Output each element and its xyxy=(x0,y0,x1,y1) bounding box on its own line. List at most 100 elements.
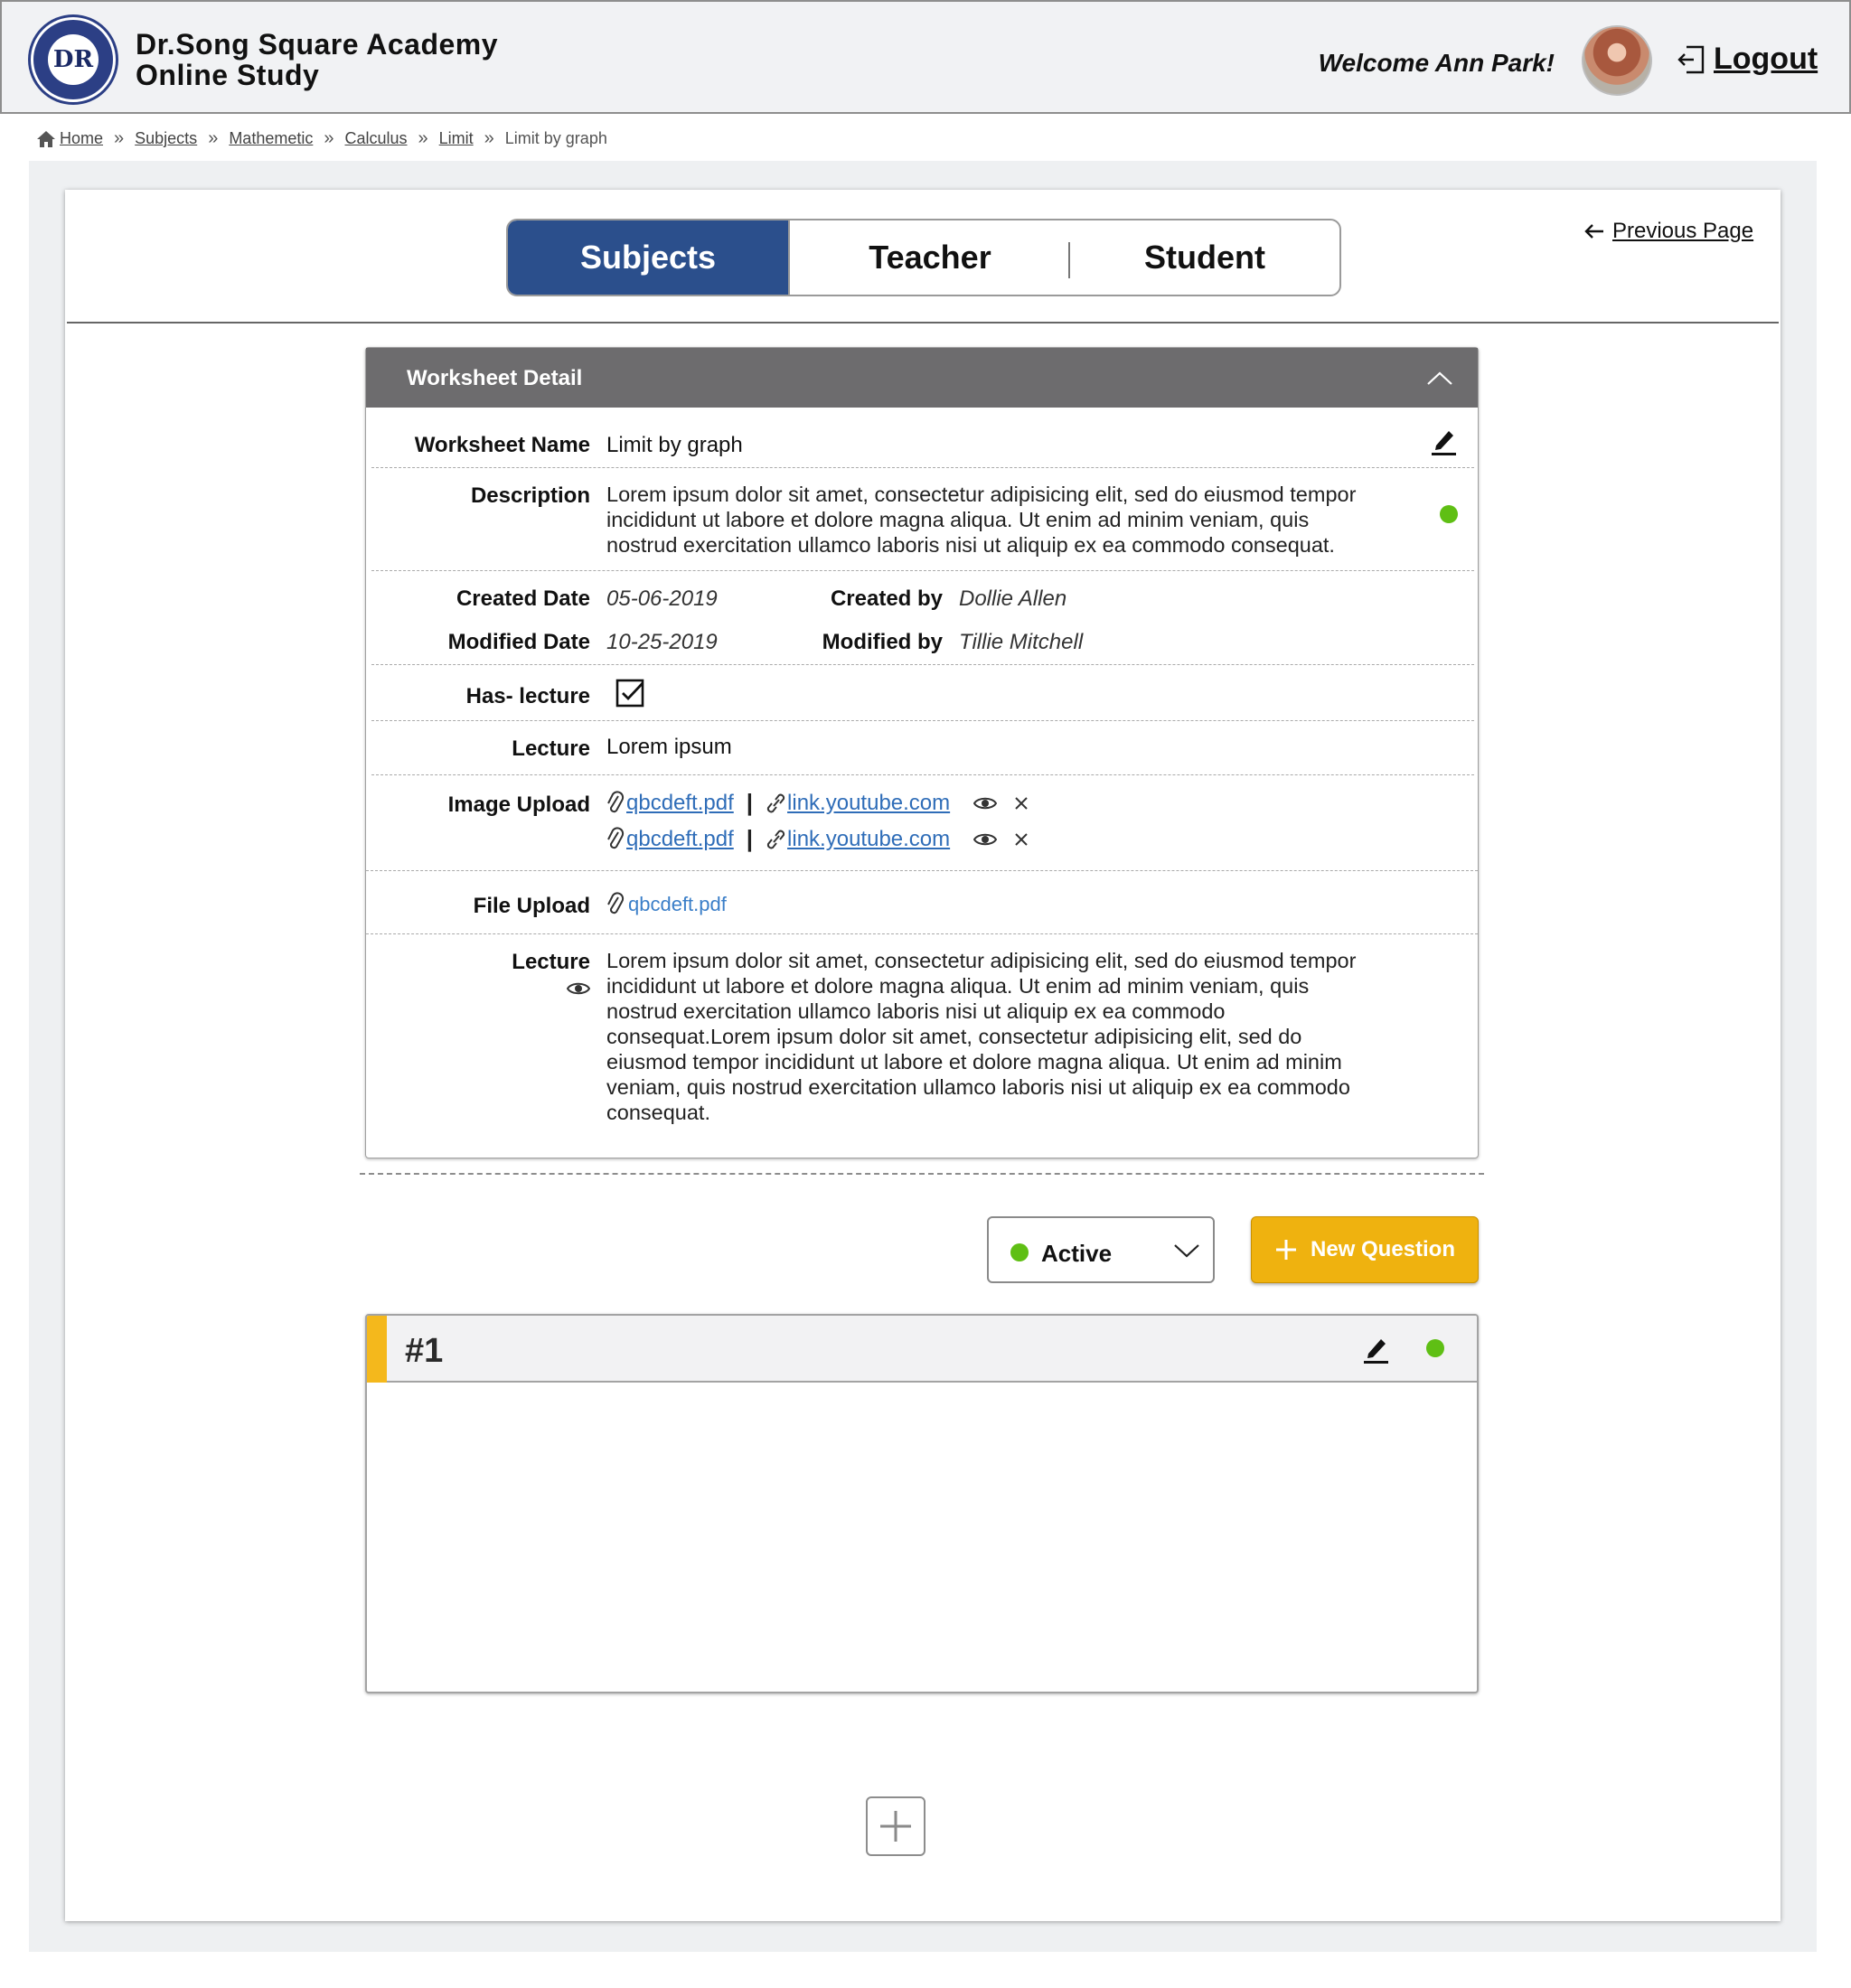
pencil-icon[interactable] xyxy=(1429,426,1458,456)
breadcrumb: Home » Subjects » Mathemetic » Calculus … xyxy=(36,128,607,149)
eye-icon[interactable] xyxy=(973,795,998,811)
new-question-button[interactable]: New Question xyxy=(1251,1216,1479,1283)
row-divider xyxy=(371,570,1474,571)
app-header: DR Dr.Song Square Academy Online Study W… xyxy=(0,0,1851,114)
tab-student[interactable]: Student xyxy=(1070,220,1339,295)
breadcrumb-home[interactable]: Home xyxy=(60,129,103,148)
paperclip-icon xyxy=(607,826,625,849)
paperclip-icon xyxy=(607,790,625,812)
breadcrumb-separator-icon: » xyxy=(418,128,428,148)
eye-icon[interactable] xyxy=(567,980,590,997)
welcome-message: Welcome Ann Park! xyxy=(1318,49,1555,77)
tabs-divider xyxy=(67,322,1779,324)
link-icon xyxy=(766,830,785,849)
row-divider xyxy=(371,720,1474,721)
lecture-label: Lecture xyxy=(512,736,590,761)
worksheet-detail-panel: Worksheet Detail Worksheet Name Limit by… xyxy=(365,347,1479,1158)
image-upload-row: qbcdeft.pdf | link.youtube.com xyxy=(606,789,1029,817)
breadcrumb-mathemetic[interactable]: Mathemetic xyxy=(229,129,313,148)
pipe-separator: | xyxy=(746,789,754,816)
breadcrumb-calculus[interactable]: Calculus xyxy=(344,129,407,148)
breadcrumb-limit[interactable]: Limit xyxy=(439,129,474,148)
question-status-dot xyxy=(1426,1339,1444,1357)
question-number: #1 xyxy=(405,1332,444,1370)
lecture-text-value: Lorem ipsum dolor sit amet, consectetur … xyxy=(606,949,1357,1124)
new-question-label: New Question xyxy=(1310,1237,1456,1261)
user-avatar[interactable] xyxy=(1582,25,1652,96)
row-divider xyxy=(371,467,1474,468)
question-accent-bar xyxy=(367,1316,387,1383)
description-value: Lorem ipsum dolor sit amet, consectetur … xyxy=(606,483,1357,557)
created-date-label: Created Date xyxy=(456,586,590,611)
plus-icon xyxy=(1275,1240,1296,1260)
uploaded-file-link[interactable]: qbcdeft.pdf xyxy=(628,893,727,916)
home-icon[interactable] xyxy=(36,130,56,148)
created-date-value: 05-06-2019 xyxy=(606,586,718,611)
logout-label: Logout xyxy=(1714,42,1818,76)
status-dot xyxy=(1010,1243,1029,1261)
eye-icon[interactable] xyxy=(973,831,998,848)
image-file-link[interactable]: qbcdeft.pdf xyxy=(626,791,734,816)
image-upload-label: Image Upload xyxy=(447,792,590,817)
question-card: #1 xyxy=(365,1314,1479,1693)
question-header: #1 xyxy=(367,1316,1477,1383)
image-file-link[interactable]: qbcdeft.pdf xyxy=(626,827,734,852)
row-divider xyxy=(366,870,1478,871)
tab-teacher[interactable]: Teacher xyxy=(788,220,1070,295)
main-tabs: Subjects Teacher Student xyxy=(506,219,1341,296)
link-icon xyxy=(766,793,785,812)
image-upload-row: qbcdeft.pdf | link.youtube.com xyxy=(606,825,1029,853)
previous-page-label: Previous Page xyxy=(1612,219,1754,243)
youtube-link[interactable]: link.youtube.com xyxy=(787,827,950,852)
has-lecture-label: Has- lecture xyxy=(465,684,590,708)
add-question-button[interactable] xyxy=(866,1796,926,1856)
created-by-value: Dollie Allen xyxy=(959,586,1067,611)
breadcrumb-separator-icon: » xyxy=(484,128,494,148)
status-dot xyxy=(1440,505,1458,523)
breadcrumb-subjects[interactable]: Subjects xyxy=(135,129,197,148)
question-body xyxy=(367,1384,1477,1692)
status-select[interactable]: Active xyxy=(987,1216,1215,1283)
brand-line-1: Dr.Song Square Academy xyxy=(136,28,499,61)
has-lecture-checkbox[interactable] xyxy=(615,679,646,709)
pipe-separator: | xyxy=(746,825,754,852)
paperclip-icon xyxy=(607,892,625,914)
modified-date-value: 10-25-2019 xyxy=(606,630,718,654)
file-upload-row: qbcdeft.pdf xyxy=(606,892,727,917)
breadcrumb-separator-icon: » xyxy=(208,128,219,148)
plus-icon xyxy=(880,1811,911,1842)
breadcrumb-separator-icon: » xyxy=(324,128,334,148)
lecture-text-label: Lecture xyxy=(512,950,590,974)
logout-button[interactable]: Logout xyxy=(1676,42,1818,77)
modified-by-value: Tillie Mitchell xyxy=(959,630,1084,654)
created-by-label: Created by xyxy=(830,586,943,611)
worksheet-detail-title: Worksheet Detail xyxy=(407,366,583,390)
description-label: Description xyxy=(470,483,590,508)
worksheet-detail-header[interactable]: Worksheet Detail xyxy=(366,348,1478,408)
academy-logo: DR xyxy=(31,17,116,102)
close-icon[interactable] xyxy=(1013,831,1029,848)
breadcrumb-separator-icon: » xyxy=(114,128,125,148)
logout-icon xyxy=(1677,45,1705,73)
brand-name: Dr.Song Square Academy Online Study xyxy=(136,29,498,90)
worksheet-name-value: Limit by graph xyxy=(606,433,743,457)
row-divider xyxy=(371,664,1474,665)
pencil-icon[interactable] xyxy=(1361,1334,1390,1364)
worksheet-name-label: Worksheet Name xyxy=(414,433,590,457)
row-divider xyxy=(371,774,1474,775)
status-select-value: Active xyxy=(1041,1240,1113,1267)
arrow-left-icon xyxy=(1584,224,1603,239)
lecture-value: Lorem ipsum xyxy=(606,735,732,759)
tab-subjects[interactable]: Subjects xyxy=(508,220,788,295)
close-icon[interactable] xyxy=(1013,795,1029,811)
logo-monogram: DR xyxy=(48,34,99,85)
youtube-link[interactable]: link.youtube.com xyxy=(787,791,950,816)
chevron-up-icon[interactable] xyxy=(1425,364,1454,393)
modified-by-label: Modified by xyxy=(822,630,943,654)
modified-date-label: Modified Date xyxy=(447,630,590,654)
brand-line-2: Online Study xyxy=(136,59,320,91)
previous-page-link[interactable]: Previous Page xyxy=(1583,219,1753,244)
section-divider xyxy=(360,1173,1484,1175)
breadcrumb-current: Limit by graph xyxy=(504,129,607,147)
file-upload-label: File Upload xyxy=(473,894,590,918)
